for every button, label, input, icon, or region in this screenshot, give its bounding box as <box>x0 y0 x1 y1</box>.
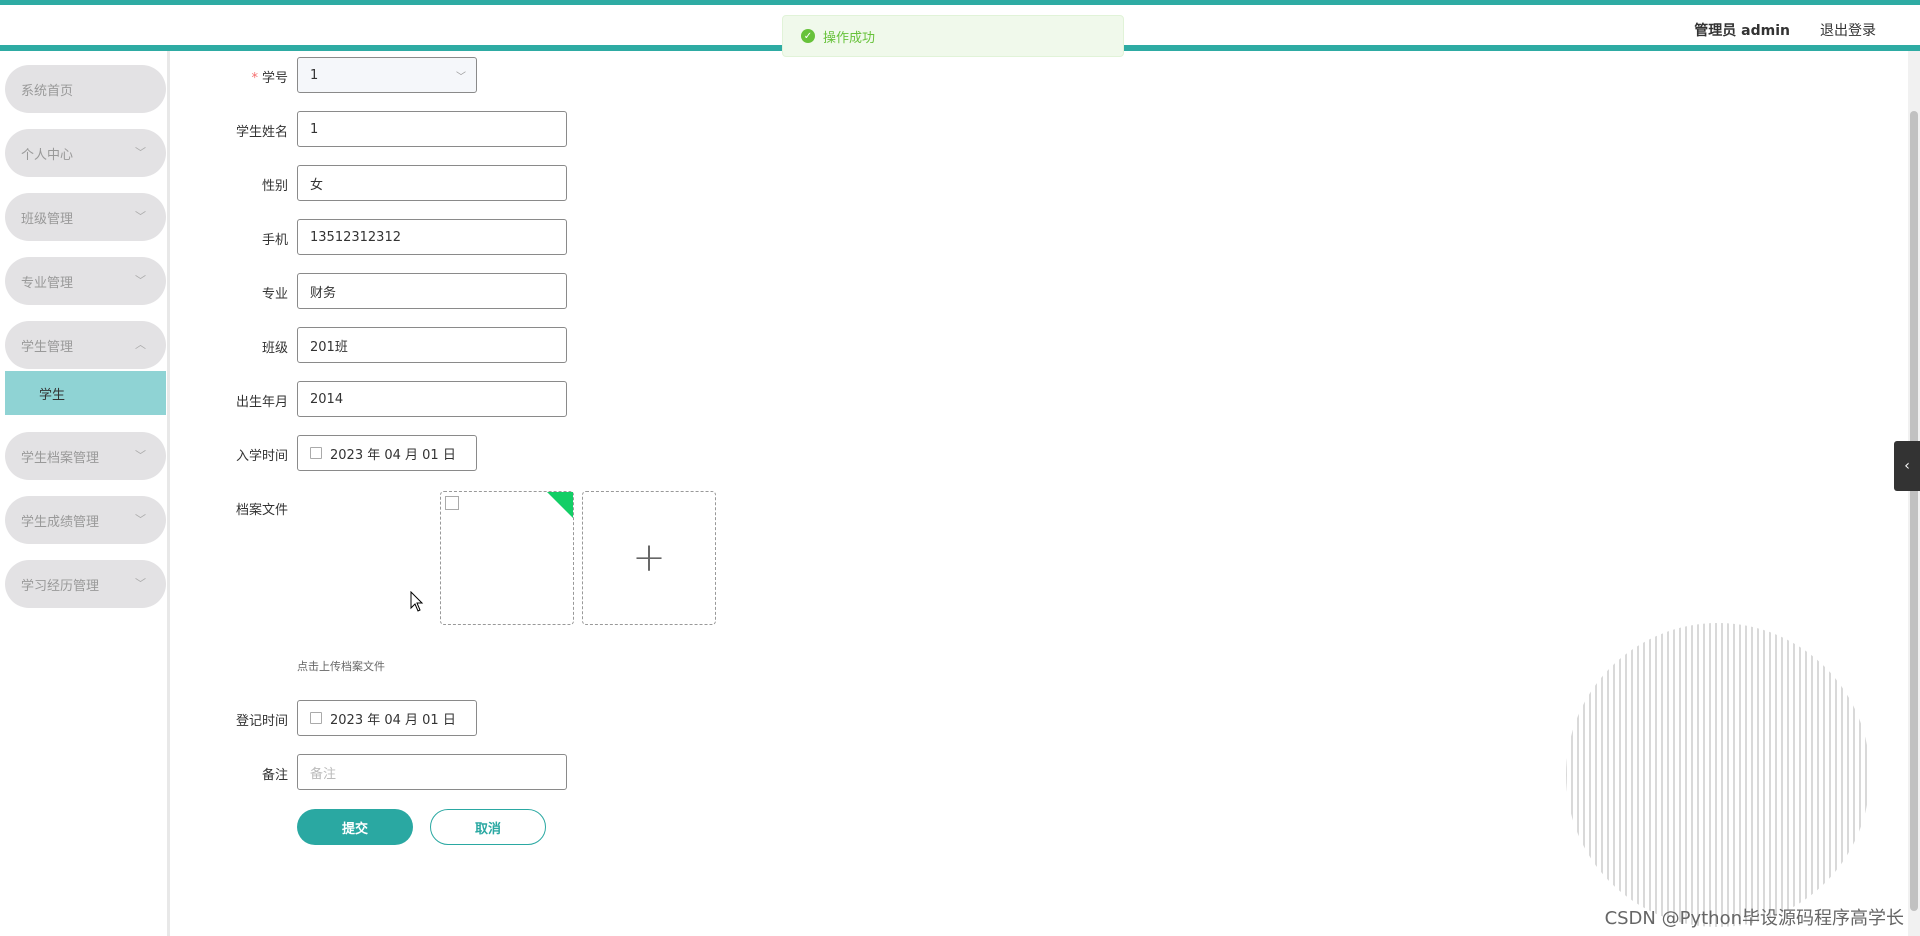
mouse-pointer-icon <box>410 590 424 617</box>
sidebar-item-label: 学习经历管理 <box>21 578 100 594</box>
chevron-down-icon: ﹀ <box>135 274 146 287</box>
collapse-panel-button[interactable]: ‹ <box>1894 441 1920 491</box>
sidebar-item-experience[interactable]: 学习经历管理 ﹀ <box>5 560 166 608</box>
submit-button[interactable]: 提交 <box>297 809 413 845</box>
sidebar-item-major[interactable]: 专业管理 ﹀ <box>5 257 166 305</box>
success-toast: ✓ 操作成功 <box>782 15 1124 57</box>
student-name-label: 学生姓名 <box>235 125 288 140</box>
cancel-button[interactable]: 取消 <box>430 809 546 845</box>
success-corner-icon <box>547 492 573 518</box>
remark-input[interactable]: 备注 <box>297 754 567 790</box>
sidebar-item-grades[interactable]: 学生成绩管理 ﹀ <box>5 496 166 544</box>
chevron-up-icon: ︿ <box>135 338 146 351</box>
enroll-date-label: 入学时间 <box>235 449 288 464</box>
chevron-down-icon: ﹀ <box>135 146 146 159</box>
remark-label: 备注 <box>261 768 288 783</box>
phone-label: 手机 <box>261 233 288 248</box>
sidebar-item-label: 学生管理 <box>21 339 74 355</box>
user-label: 管理员 admin <box>1694 23 1790 39</box>
gender-input[interactable]: 女 <box>297 165 567 201</box>
sidebar-item-home[interactable]: 系统首页 <box>5 65 166 113</box>
check-icon: ✓ <box>801 29 815 43</box>
register-date-label: 登记时间 <box>235 714 288 729</box>
phone-input[interactable]: 13512312312 <box>297 219 567 255</box>
major-label: 专业 <box>261 287 288 302</box>
chevron-down-icon: ﹀ <box>135 449 146 462</box>
upload-button[interactable]: + <box>582 491 716 625</box>
sidebar-subitem-label: 学生 <box>39 387 66 403</box>
register-date-picker[interactable]: 2023 年 04 月 01 日 <box>297 700 477 736</box>
chevron-down-icon: ﹀ <box>135 577 146 590</box>
student-no-label: * 学号 <box>251 71 288 86</box>
enroll-date-picker[interactable]: 2023 年 04 月 01 日 <box>297 435 477 471</box>
calendar-icon <box>310 447 322 459</box>
scrollbar-thumb[interactable] <box>1910 111 1918 911</box>
uploaded-file-thumbnail[interactable] <box>440 491 574 625</box>
decorative-stripes <box>1565 615 1875 935</box>
sidebar-subitem-student[interactable]: 学生 <box>5 371 166 415</box>
chevron-down-icon: ﹀ <box>135 513 146 526</box>
sidebar-item-class[interactable]: 班级管理 ﹀ <box>5 193 166 241</box>
calendar-icon <box>310 712 322 724</box>
chevron-down-icon: ﹀ <box>456 72 466 83</box>
watermark-text: CSDN @Python毕设源码程序高学长 <box>1604 908 1904 929</box>
sidebar-item-label: 班级管理 <box>21 211 74 227</box>
major-input[interactable]: 财务 <box>297 273 567 309</box>
logout-link[interactable]: 退出登录 <box>1820 20 1876 40</box>
sidebar-item-archive[interactable]: 学生档案管理 ﹀ <box>5 432 166 480</box>
toast-message: 操作成功 <box>823 30 876 46</box>
class-input[interactable]: 201班 <box>297 327 567 363</box>
birth-input[interactable]: 2014 <box>297 381 567 417</box>
broken-image-icon <box>445 496 459 510</box>
class-label: 班级 <box>261 341 288 356</box>
sidebar-item-label: 个人中心 <box>21 147 74 163</box>
page-scrollbar[interactable] <box>1908 51 1920 936</box>
plus-icon: + <box>632 535 666 581</box>
birth-label: 出生年月 <box>235 395 288 410</box>
sidebar-item-label: 专业管理 <box>21 275 74 291</box>
student-no-value: 1 <box>310 67 319 83</box>
upload-hint: 点击上传档案文件 <box>297 660 385 673</box>
student-no-select[interactable]: 1 ﹀ <box>297 57 477 93</box>
chevron-left-icon: ‹ <box>1904 458 1910 474</box>
sidebar-item-label: 学生档案管理 <box>21 450 100 466</box>
gender-label: 性别 <box>261 179 288 194</box>
sidebar-item-label: 学生成绩管理 <box>21 514 100 530</box>
sidebar-item-student[interactable]: 学生管理 ︿ <box>5 321 166 369</box>
sidebar-item-label: 系统首页 <box>21 83 74 99</box>
student-name-input[interactable]: 1 <box>297 111 567 147</box>
file-label: 档案文件 <box>235 503 288 518</box>
sidebar-item-profile[interactable]: 个人中心 ﹀ <box>5 129 166 177</box>
chevron-down-icon: ﹀ <box>135 210 146 223</box>
sidebar: 系统首页 个人中心 ﹀ 班级管理 ﹀ 专业管理 ﹀ 学生管理 ︿ 学生 学生档案… <box>0 51 170 936</box>
